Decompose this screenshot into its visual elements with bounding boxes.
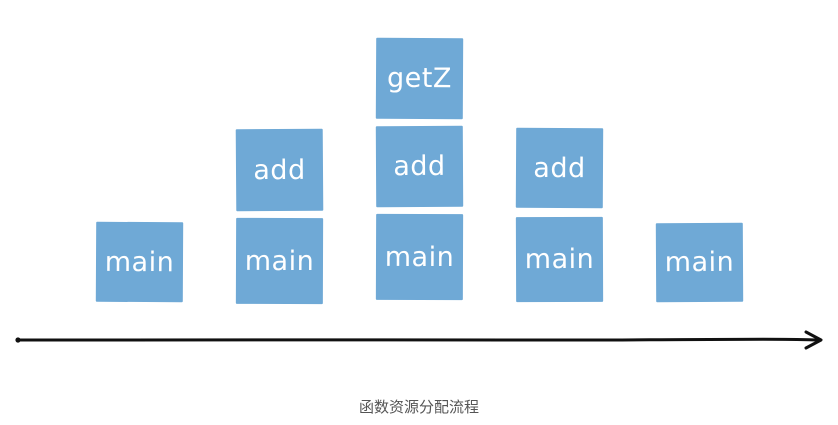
frame-label: main (384, 241, 455, 273)
frame-label: main (524, 243, 595, 276)
stack-frame-main: main (515, 216, 604, 303)
frame-label: getZ (386, 62, 453, 95)
frame-label: main (664, 246, 735, 279)
stack-frame-getz: getZ (375, 37, 464, 120)
figure-caption: 函数资源分配流程 (358, 398, 479, 416)
frame-label: main (244, 245, 315, 277)
frame-label: add (533, 152, 586, 184)
call-stack-diagram: main add main getZ add main add main mai… (0, 0, 838, 425)
frame-label: add (253, 154, 306, 186)
timeline-line (16, 337, 822, 342)
frame-label: add (393, 150, 446, 183)
stack-frame-add: add (515, 127, 604, 209)
timeline-start-dot (15, 337, 21, 343)
stack-frame-add: add (375, 125, 464, 208)
stack-frame-main: main (375, 213, 464, 301)
stack-frame-main: main (95, 221, 184, 303)
stack-frame-main: main (235, 217, 324, 305)
timeline-arrow (15, 330, 823, 350)
stack-frame-main: main (655, 222, 744, 303)
frame-label: main (104, 246, 175, 278)
stack-frame-add: add (235, 128, 324, 212)
